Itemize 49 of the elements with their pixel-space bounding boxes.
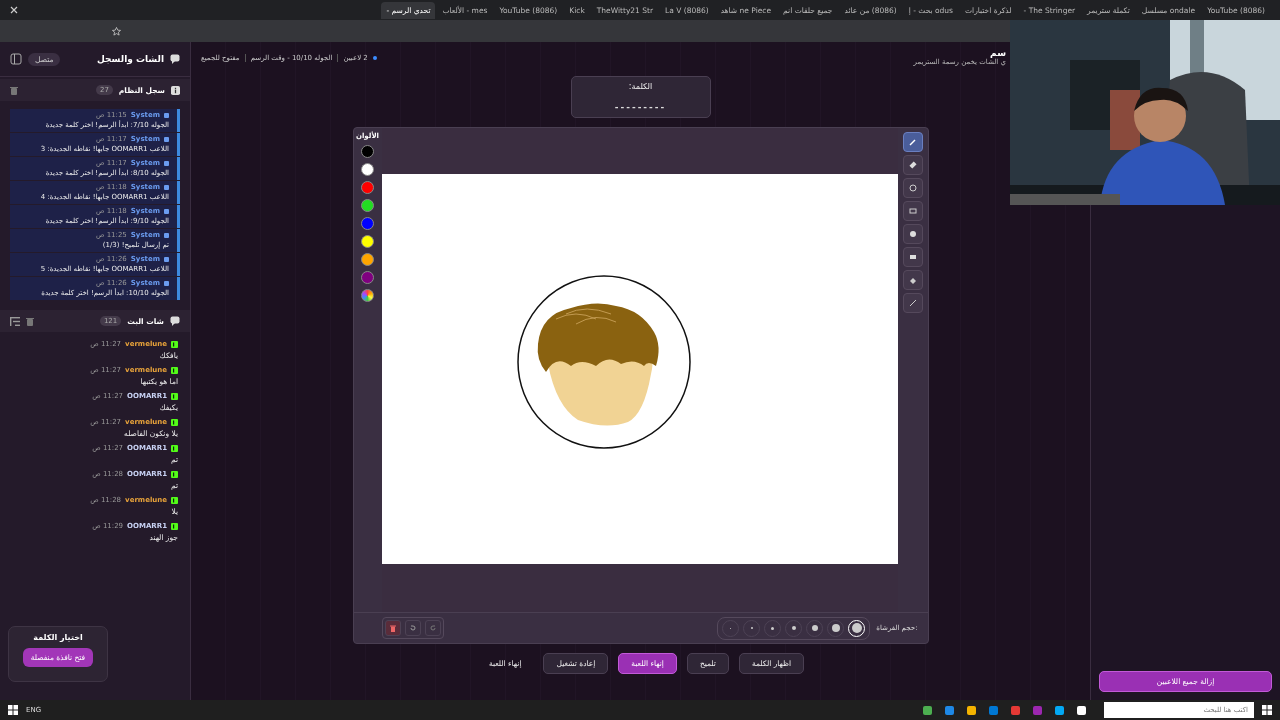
circle-tool-button[interactable]	[902, 178, 923, 198]
info-icon	[171, 85, 180, 95]
color-swatch[interactable]	[361, 235, 374, 248]
filled-circle-tool-button[interactable]	[902, 224, 923, 244]
color-swatch[interactable]	[361, 145, 374, 158]
star-icon[interactable]	[112, 26, 121, 36]
color-swatch[interactable]	[361, 253, 374, 266]
circle-icon	[908, 184, 917, 192]
fill-icon	[908, 276, 917, 284]
color-picker[interactable]	[361, 289, 374, 302]
color-swatch[interactable]	[361, 163, 374, 176]
list-icon[interactable]	[10, 316, 20, 326]
line-icon	[908, 299, 917, 307]
color-swatch[interactable]	[361, 199, 374, 212]
eraser-icon	[908, 161, 917, 169]
page-title: سم	[990, 48, 1006, 58]
windows-icon[interactable]	[8, 705, 18, 715]
close-icon[interactable]	[10, 6, 18, 14]
trash-icon	[389, 624, 396, 632]
color-swatch[interactable]	[361, 217, 374, 230]
app-icon[interactable]	[1077, 705, 1086, 715]
brush-size-button[interactable]	[827, 619, 845, 637]
app-icon[interactable]	[967, 705, 976, 715]
word-label: الكلمة:	[628, 82, 653, 91]
pen-tool-button[interactable]	[902, 132, 923, 152]
panel-title: الشات والسجل	[97, 54, 164, 64]
undo-icon	[409, 625, 416, 631]
fill-tool-button[interactable]	[902, 270, 923, 290]
brush-size-button[interactable]	[785, 619, 803, 637]
sidebar-toggle-icon[interactable]	[10, 53, 22, 65]
rectangle-tool-button[interactable]	[902, 201, 923, 221]
brush-size-button[interactable]	[806, 619, 824, 637]
redo-icon	[429, 625, 436, 631]
word-hint: ---------	[614, 102, 667, 112]
trash-icon[interactable]	[10, 85, 18, 95]
undo-button[interactable]	[404, 620, 421, 636]
pen-icon	[908, 138, 917, 146]
eraser-tool-button[interactable]	[902, 155, 923, 175]
card-title: اختيار الكلمة	[33, 633, 83, 642]
filled-circle-icon	[908, 230, 917, 238]
drawing-canvas[interactable]	[381, 174, 898, 564]
app-icon[interactable]	[1055, 705, 1064, 715]
trash-icon[interactable]	[26, 316, 34, 326]
app-icon[interactable]	[923, 705, 932, 715]
filled-rectangle-tool-button[interactable]	[902, 247, 923, 267]
color-swatch[interactable]	[361, 271, 374, 284]
delete-button[interactable]	[384, 620, 401, 636]
color-swatch[interactable]	[361, 181, 374, 194]
windows-icon[interactable]	[1262, 705, 1272, 715]
